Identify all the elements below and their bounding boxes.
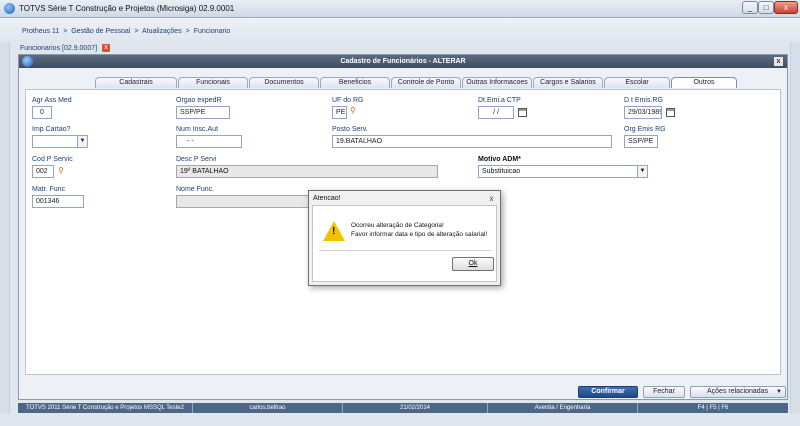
panel-title: Cadastro de Funcionários - ALTERAR xyxy=(340,58,466,65)
bottom-strip xyxy=(0,414,800,426)
window-close-button[interactable]: x xyxy=(774,1,798,14)
right-rail xyxy=(790,42,800,414)
matr-func-field[interactable]: 001346 xyxy=(32,195,84,208)
org-emis-rg-label: Org Emis RG xyxy=(624,126,666,133)
cod-p-servic-label: Cod P Servic xyxy=(32,156,73,163)
breadcrumb-separator: > xyxy=(185,28,190,35)
tab-bar: Cadastrais Funcionais Documentos Benefic… xyxy=(95,77,738,88)
status-bar: TOTVS 2011 Série T Construção e Projetos… xyxy=(18,403,788,413)
motivo-adm-value: Substituicao xyxy=(482,168,521,175)
chevron-down-icon: ▼ xyxy=(776,389,782,395)
imp-cartao-select[interactable]: ▼ xyxy=(32,135,88,148)
motivo-adm-label: Motivo ADM* xyxy=(478,156,521,163)
search-icon[interactable]: ⚲ xyxy=(58,166,67,175)
chevron-down-icon[interactable]: ▼ xyxy=(637,166,647,177)
dialog-message-line2: Favor informar data e tipo de alteração … xyxy=(351,231,488,238)
breadcrumb-item[interactable]: Funcionario xyxy=(194,28,231,35)
agr-ass-med-label: Agr Ass Med xyxy=(32,97,72,104)
org-emis-rg-field[interactable]: SSP/PE xyxy=(624,135,658,148)
maximize-button[interactable]: □ xyxy=(758,1,774,14)
status-user: carlos.beltrao xyxy=(193,403,343,413)
dialog-divider xyxy=(319,250,491,251)
dt-emis-rg-label: D t Emis.RG xyxy=(624,97,663,104)
left-rail xyxy=(0,42,10,414)
num-insc-aut-field[interactable]: - - xyxy=(176,135,242,148)
chevron-down-icon[interactable]: ▼ xyxy=(77,136,87,147)
tab-beneficios[interactable]: Beneficios xyxy=(320,77,390,88)
related-actions-label: Ações relacionadas xyxy=(707,388,769,395)
tab-cargos-e-salarios[interactable]: Cargos e Salarios xyxy=(533,77,603,88)
tab-outros[interactable]: Outros xyxy=(671,77,737,88)
nome-func-label: Nome Func. xyxy=(176,186,215,193)
app-logo-icon xyxy=(4,3,15,14)
window-title: TOTVS Série T Construção e Projetos (Mic… xyxy=(19,4,235,13)
panel-header: Cadastro de Funcionários - ALTERAR x xyxy=(19,55,787,68)
panel-close-button[interactable]: x xyxy=(774,57,783,66)
close-tab-icon[interactable]: x xyxy=(102,44,111,52)
breadcrumb-item[interactable]: Gestão de Pessoal xyxy=(71,28,130,35)
tab-funcionais[interactable]: Funcionais xyxy=(178,77,248,88)
related-actions-button[interactable]: Ações relacionadas ▼ xyxy=(690,386,786,398)
minimize-button[interactable]: _ xyxy=(742,1,758,14)
breadcrumb-separator: > xyxy=(63,28,68,35)
window-titlebar: TOTVS Série T Construção e Projetos (Mic… xyxy=(0,0,800,18)
cod-p-servic-field[interactable]: 002 xyxy=(32,165,54,178)
nome-func-field xyxy=(176,195,316,208)
warning-icon-mark: ! xyxy=(332,226,336,237)
dialog-close-button[interactable]: x xyxy=(487,194,496,203)
dialog-message-line1: Ocorreu alteração de Categoria! xyxy=(351,222,444,229)
desc-p-servi-field: 19º BATALHAO xyxy=(176,165,438,178)
uf-rg-field[interactable]: PE xyxy=(332,106,347,119)
calendar-icon[interactable] xyxy=(666,108,675,117)
tab-cadastrais[interactable]: Cadastrais xyxy=(95,77,177,88)
status-company: Aventia / Engenharia xyxy=(488,403,638,413)
tab-outras-informacoes[interactable]: Outras Informacoes xyxy=(462,77,532,88)
dt-emi-ctp-field[interactable]: / / xyxy=(478,106,514,119)
dt-emis-rg-field[interactable]: 29/03/1989 xyxy=(624,106,662,119)
matr-func-label: Matr. Func xyxy=(32,186,66,193)
orgao-exped-field[interactable]: SSP/PE xyxy=(176,106,230,119)
status-date: 21/02/2014 xyxy=(343,403,488,413)
tab-escolar[interactable]: Escolar xyxy=(604,77,670,88)
tab-documentos[interactable]: Documentos xyxy=(249,77,319,88)
orgao-exped-label: Orgao expedR xyxy=(176,97,222,104)
num-insc-aut-label: Num Insc.Aut xyxy=(176,126,219,133)
motivo-adm-select[interactable]: Substituicao ▼ xyxy=(478,165,648,178)
agr-ass-med-field[interactable]: 0 xyxy=(32,106,52,119)
status-function-keys: F4 | F5 | F6 xyxy=(697,405,729,411)
confirm-button[interactable]: Confirmar xyxy=(578,386,638,398)
posto-serv-field[interactable]: 19.BATALHAO xyxy=(332,135,612,148)
tab-controle-de-ponto[interactable]: Controle de Ponto xyxy=(391,77,461,88)
status-system: TOTVS 2011 Série T Construção e Projetos… xyxy=(18,403,193,413)
totvs-logo-icon xyxy=(22,56,33,67)
imp-cartao-label: Imp Cartao? xyxy=(32,126,71,133)
document-tab-label[interactable]: Funcionarios [02.9.0007] xyxy=(20,45,97,52)
breadcrumb-item[interactable]: Protheus 11 xyxy=(22,28,59,35)
breadcrumb-separator: > xyxy=(134,28,139,35)
uf-rg-label: UF do RG xyxy=(332,97,364,104)
dt-emi-ctp-label: Dt.Emi.a CTP xyxy=(478,97,521,104)
warning-dialog: Atencao! x ! Ocorreu alteração de Catego… xyxy=(308,190,501,286)
desc-p-servi-label: Desc P Servi xyxy=(176,156,217,163)
search-icon[interactable]: ⚲ xyxy=(350,106,359,115)
breadcrumb: Protheus 11 > Gestão de Pessoal > Atuali… xyxy=(22,28,232,35)
ok-button[interactable]: Ok xyxy=(452,257,494,271)
close-button[interactable]: Fechar xyxy=(643,386,685,398)
dialog-body: ! Ocorreu alteração de Categoria! Favor … xyxy=(312,205,497,282)
posto-serv-label: Posto Serv. xyxy=(332,126,368,133)
dialog-title: Atencao! xyxy=(313,195,341,202)
document-tab[interactable]: Funcionarios [02.9.0007] x xyxy=(20,44,111,52)
breadcrumb-item[interactable]: Atualizações xyxy=(142,28,182,35)
calendar-icon[interactable] xyxy=(518,108,527,117)
